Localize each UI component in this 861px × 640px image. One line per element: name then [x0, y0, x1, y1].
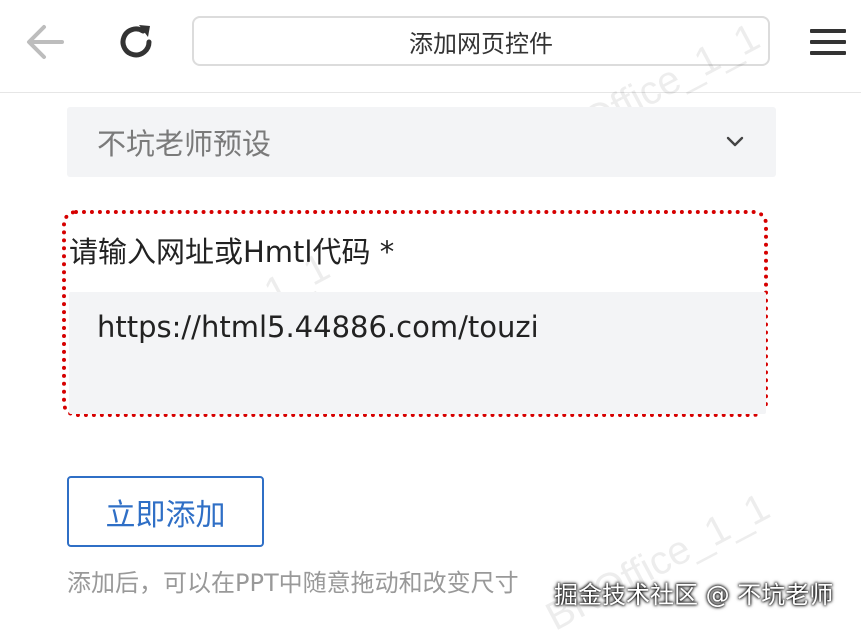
- hint-text: 添加后，可以在PPT中随意拖动和改变尺寸: [67, 569, 519, 597]
- watermark: BKOffice_1_1: [538, 484, 777, 640]
- preset-selected-value: 不坑老师预设: [97, 127, 272, 161]
- page-title: 添加网页控件: [192, 16, 770, 66]
- back-arrow-icon[interactable]: [22, 22, 68, 62]
- url-input[interactable]: https://html5.44886.com/touzi: [69, 292, 766, 414]
- chevron-down-icon: [726, 136, 744, 147]
- credit-watermark: 掘金技术社区 @ 不坑老师: [554, 581, 834, 609]
- url-field-label: 请输入网址或Hmtl代码 *: [69, 235, 395, 269]
- top-bar: 添加网页控件: [0, 0, 861, 93]
- reload-icon[interactable]: [112, 18, 160, 66]
- add-now-button[interactable]: 立即添加: [67, 476, 264, 547]
- hamburger-menu-icon[interactable]: [808, 26, 850, 60]
- preset-dropdown[interactable]: 不坑老师预设: [67, 107, 776, 177]
